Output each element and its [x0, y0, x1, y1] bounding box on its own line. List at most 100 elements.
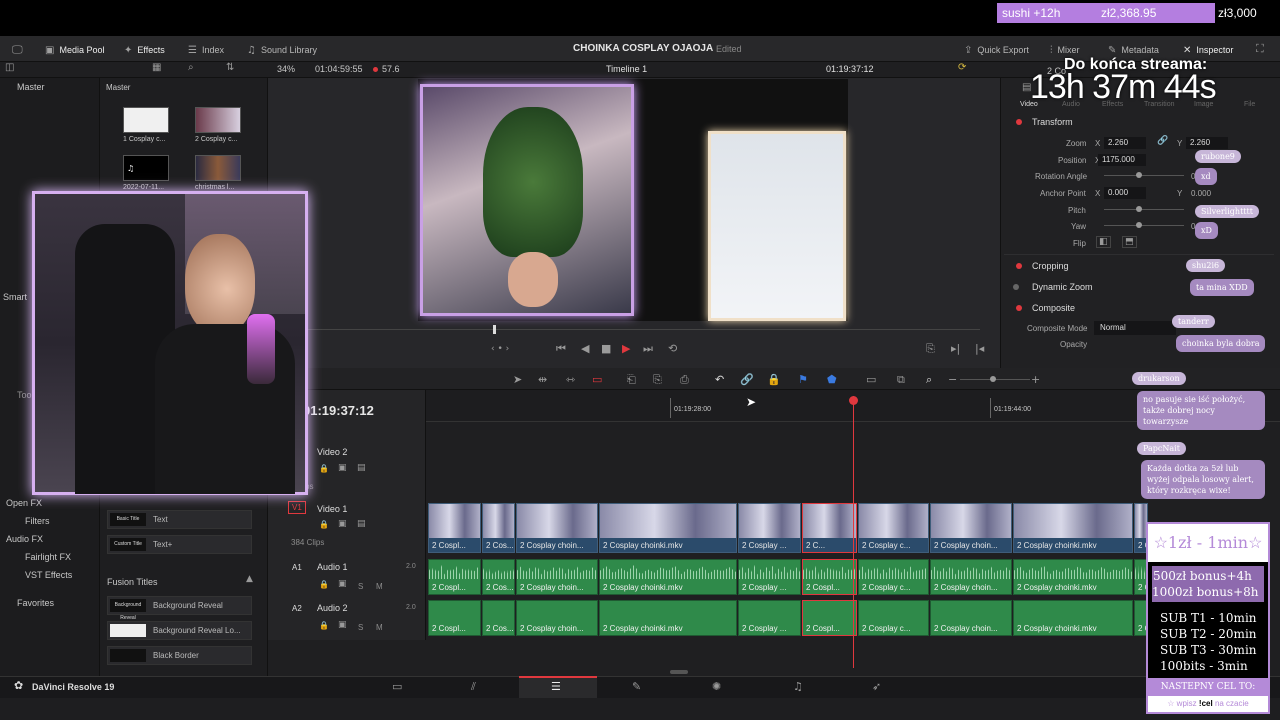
panel-toggle-icon[interactable]: ◫ — [5, 62, 14, 73]
blade-tool-icon[interactable]: ▭ — [592, 373, 602, 386]
timeline-zoom-slider[interactable] — [960, 376, 1030, 382]
dynamic-trim-icon[interactable]: ⇿ — [566, 373, 575, 386]
video-clip-selected[interactable]: 2 C... — [802, 503, 857, 553]
video-clip[interactable]: 2 Cospl... — [428, 503, 481, 553]
audio-clip[interactable]: 2 Cosplay choin... — [930, 600, 1012, 636]
audio-clip[interactable]: 2 Cos... — [482, 600, 515, 636]
audio-clip[interactable]: 2 Cos... — [482, 559, 515, 595]
video-clip[interactable]: 2 Cosplay choin... — [930, 503, 1012, 553]
selection-tool-icon[interactable]: ➤ — [513, 373, 522, 386]
playhead[interactable] — [853, 396, 854, 668]
media-thumb-1[interactable] — [123, 107, 169, 133]
timeline-name[interactable]: Timeline 1 — [606, 64, 647, 74]
audio-clip[interactable]: 2 Cosplay choinki.mkv — [599, 559, 737, 595]
grid-view-icon[interactable]: ▦ — [152, 62, 161, 73]
toolbox-item[interactable]: Too — [17, 390, 32, 400]
fusion-item-background-reveal[interactable]: Background Reveal Background Reveal — [107, 596, 252, 621]
zoom-custom-icon[interactable]: ⌕ — [926, 373, 932, 387]
favorites-item[interactable]: Favorites — [17, 598, 54, 608]
audio-clip[interactable]: 2 Cosplay choinki.mkv — [599, 600, 737, 636]
search-icon[interactable]: ⌕ — [188, 62, 194, 73]
loop-icon[interactable]: ⟲ — [668, 342, 677, 355]
filters-item[interactable]: Filters — [25, 516, 50, 526]
video-clip[interactable]: 2 Cosplay ... — [738, 503, 801, 553]
video-clip[interactable]: 2 Cosplay choin... — [516, 503, 598, 553]
open-fx-item[interactable]: Open FX — [6, 498, 42, 508]
flip-horizontal-icon[interactable]: ◧ — [1096, 236, 1111, 248]
v1-display-icon[interactable]: ▤ — [357, 519, 366, 529]
v2-eye-icon[interactable]: ▣ — [338, 463, 347, 473]
fusion-titles-header[interactable]: Fusion Titles — [107, 577, 158, 587]
zoom-detail-icon[interactable]: ⧉ — [897, 373, 905, 387]
position-lock-icon[interactable]: 🔒 — [767, 373, 781, 386]
sort-icon[interactable]: ⇅ — [226, 62, 234, 73]
insert-clip-icon[interactable]: ⎗ — [627, 373, 636, 387]
audio-clip[interactable]: 2 Cospl... — [428, 600, 481, 636]
composite-header[interactable]: Composite — [1032, 303, 1075, 313]
sound-library-button[interactable]: ♫ Sound Library — [247, 43, 317, 57]
v2-display-icon[interactable]: ▤ — [357, 463, 366, 473]
page-edit-icon[interactable]: ☰ — [551, 680, 561, 693]
pitch-slider[interactable] — [1104, 206, 1184, 212]
page-deliver-icon[interactable]: ➶ — [872, 680, 881, 693]
transform-enable-dot[interactable] — [1016, 119, 1022, 125]
zoom-in-icon[interactable]: + — [1031, 373, 1040, 386]
a1-track-id[interactable]: A1 — [292, 563, 302, 572]
skip-start-icon[interactable]: ⏮ — [556, 342, 566, 356]
viewer-zoom[interactable]: 34% — [277, 64, 295, 74]
trim-tool-icon[interactable]: ⇹ — [538, 373, 547, 386]
timeline-scrollbar[interactable] — [670, 670, 688, 674]
audio-clip[interactable]: 2 Cosplay choin... — [516, 600, 598, 636]
zoom-x-input[interactable]: 2.260 — [1104, 137, 1146, 149]
v1-eye-icon[interactable]: ▣ — [338, 519, 347, 529]
match-frame-icon[interactable]: ⎘ — [926, 342, 935, 356]
inspector-button[interactable]: ✕ Inspector — [1183, 43, 1233, 57]
collapse-icon[interactable]: ▲ — [246, 574, 253, 584]
page-fusion-icon[interactable]: ✎ — [632, 680, 641, 693]
dynamic-zoom-enable-dot[interactable] — [1013, 284, 1019, 290]
video-clip[interactable]: 2 Cosplay choinki.mkv — [599, 503, 737, 553]
audio-clip[interactable]: 2 Cosplay c... — [858, 600, 929, 636]
page-fairlight-icon[interactable]: ♫ — [793, 680, 803, 693]
a2-mute-button[interactable]: M — [376, 623, 383, 632]
cropping-header[interactable]: Cropping — [1032, 261, 1069, 271]
snapping-icon[interactable]: ↶ — [715, 373, 724, 386]
effects-button[interactable]: ✦ Effects — [124, 43, 165, 57]
a2-eye-icon[interactable]: ▣ — [338, 620, 347, 630]
audio-clip-selected[interactable]: 2 Cospl... — [802, 600, 857, 636]
stop-icon[interactable]: ■ — [601, 342, 611, 355]
title-item-text[interactable]: Basic Title Text — [107, 510, 252, 529]
audio-clip[interactable]: 2 Cospl... — [428, 559, 481, 595]
a2-track-id[interactable]: A2 — [292, 604, 302, 613]
viewer-scrub-bar[interactable] — [300, 329, 980, 330]
video-clip[interactable]: 2 Cosplay choinki.mkv — [1013, 503, 1133, 553]
fairlight-fx-item[interactable]: Fairlight FX — [25, 552, 71, 562]
transform-header[interactable]: Transform — [1032, 117, 1073, 127]
a1-solo-button[interactable]: S — [358, 582, 363, 591]
audio-clip-selected[interactable]: 2 Cospl... — [802, 559, 857, 595]
video-clip[interactable]: 2 Cosplay c... — [858, 503, 929, 553]
audio-clip[interactable]: 2 Cosplay ... — [738, 600, 801, 636]
a1-mute-button[interactable]: M — [376, 582, 383, 591]
jog-icon[interactable]: ‹ • › — [491, 344, 509, 354]
flag-icon[interactable]: ⚑ — [798, 373, 808, 386]
media-thumb-2[interactable] — [195, 107, 241, 133]
media-thumb-3[interactable]: ♫ — [123, 155, 169, 181]
media-pool-button[interactable]: ▣ Media Pool — [45, 43, 104, 57]
monitor-icon[interactable]: 🖵 — [12, 43, 23, 57]
a2-lock-icon[interactable]: 🔒 — [319, 621, 329, 630]
fusion-item-black-border[interactable]: Black Border — [107, 646, 252, 665]
quick-export-button[interactable]: ⇪ Quick Export — [964, 43, 1029, 57]
audio-clip[interactable]: 2 Cosplay c... — [858, 559, 929, 595]
audio-clip[interactable]: 2 Cosplay ... — [738, 559, 801, 595]
viewer-scrub-handle[interactable] — [493, 325, 496, 334]
playhead-loop-icon[interactable]: ⟳ — [958, 62, 966, 73]
rotation-slider[interactable] — [1104, 172, 1184, 178]
anchor-y-value[interactable]: 0.000 — [1191, 189, 1211, 198]
composite-mode-select[interactable]: Normal — [1094, 321, 1176, 335]
v2-lock-icon[interactable]: 🔒 — [319, 464, 329, 473]
video-clip[interactable]: 2 Cos... — [482, 503, 515, 553]
zoom-full-icon[interactable]: ▭ — [866, 373, 876, 386]
anchor-x-input[interactable]: 0.000 — [1104, 187, 1146, 199]
playhead-handle[interactable] — [849, 396, 858, 405]
